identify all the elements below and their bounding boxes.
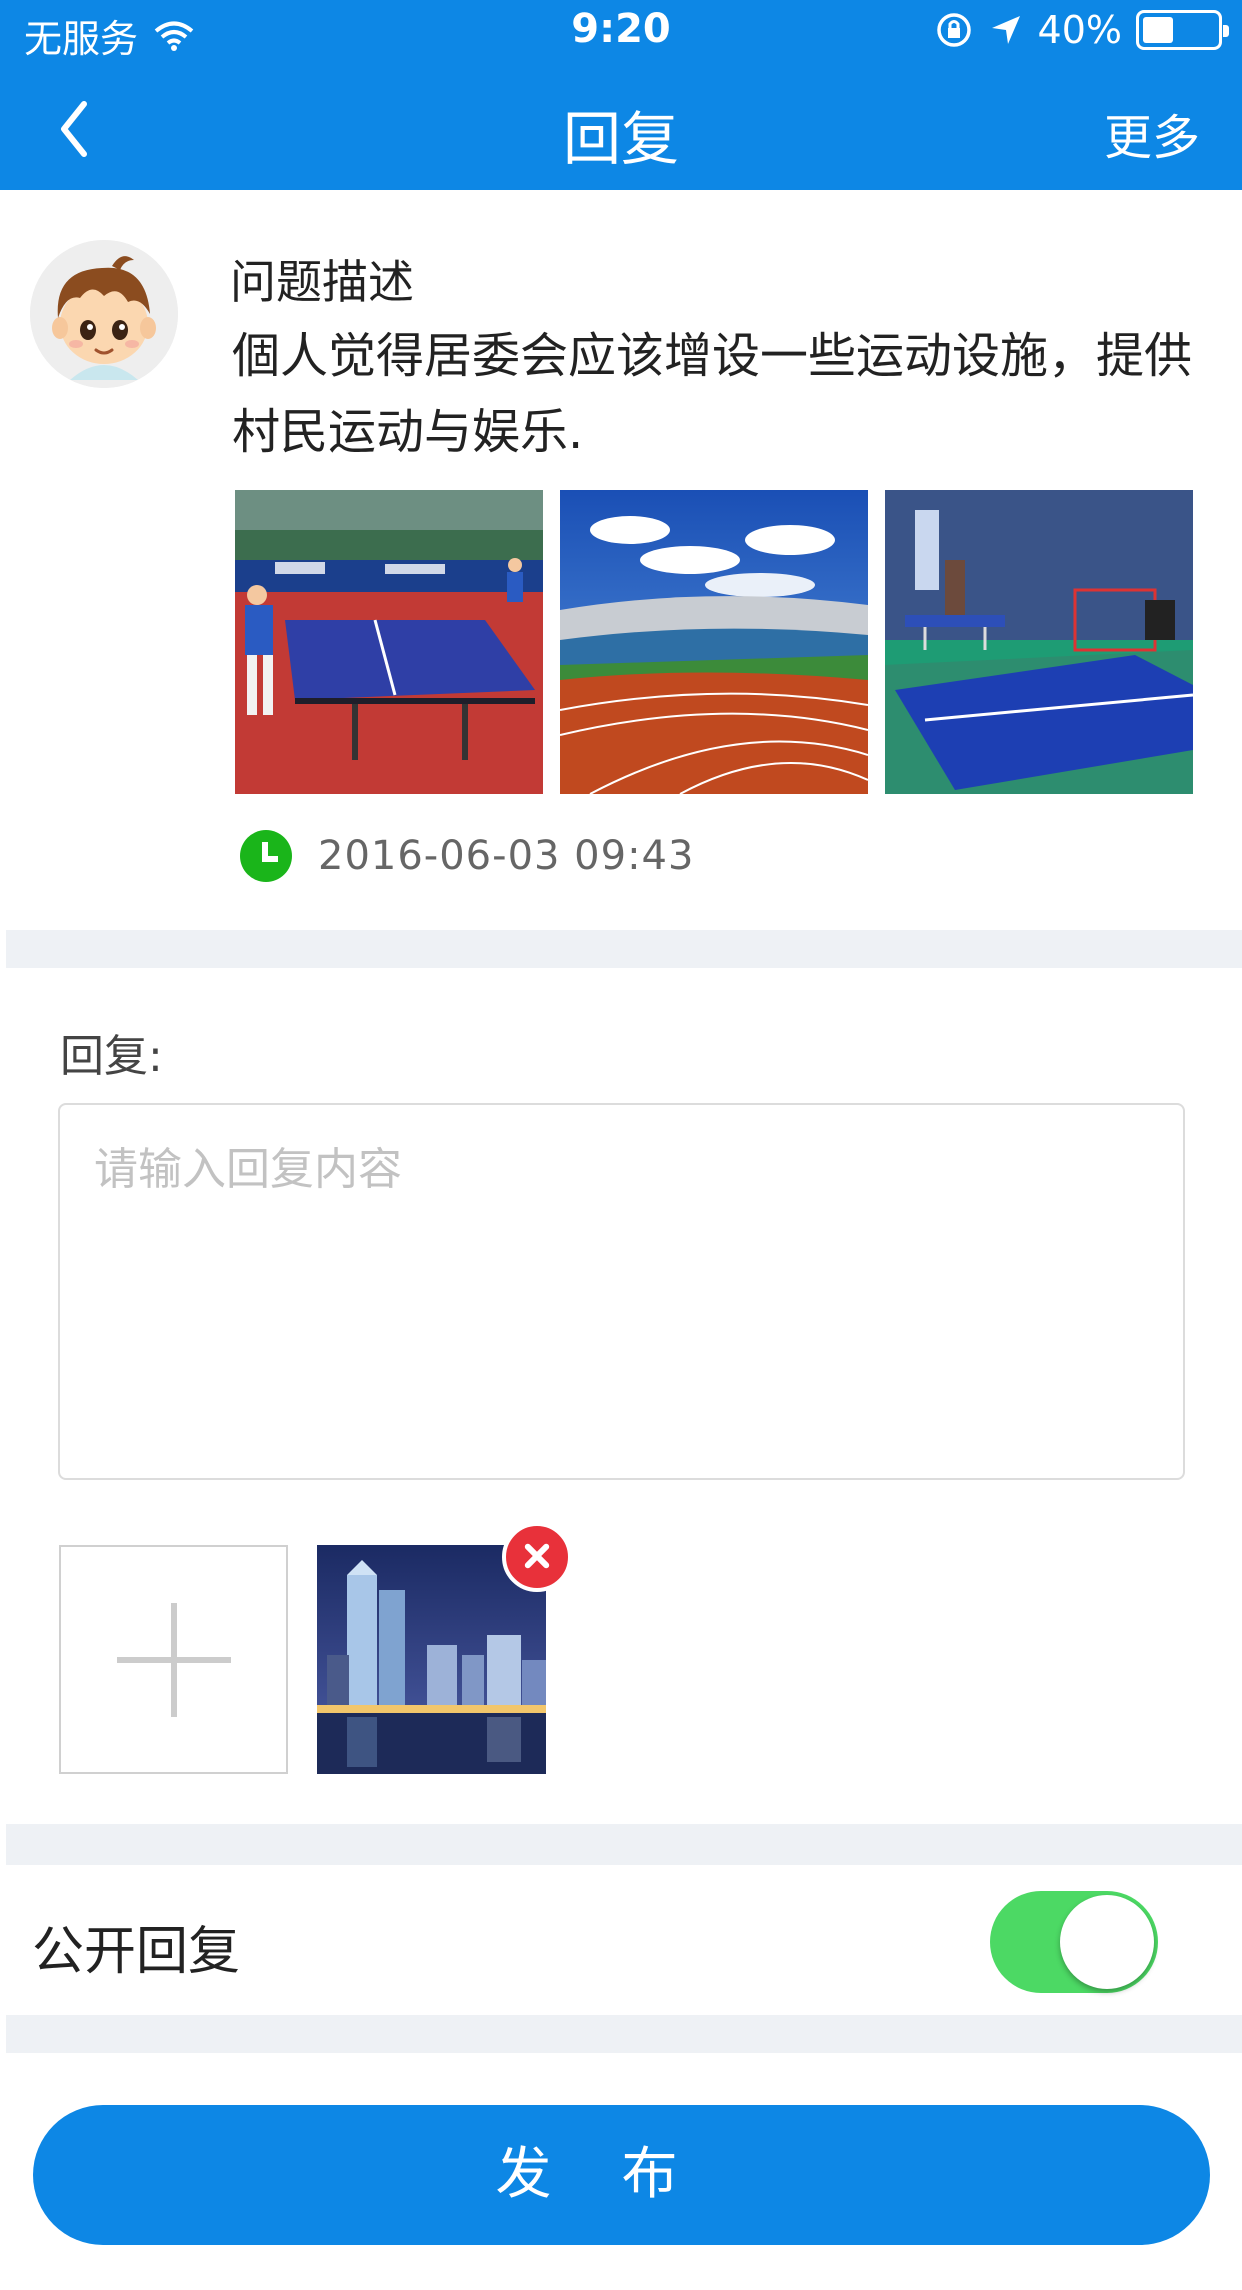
public-reply-toggle[interactable] bbox=[990, 1891, 1158, 1993]
question-heading: 问题描述 bbox=[230, 255, 414, 309]
section-divider bbox=[6, 930, 1242, 968]
reply-box bbox=[58, 1103, 1185, 1480]
section-divider bbox=[6, 2015, 1242, 2053]
rotation-lock-icon bbox=[936, 13, 971, 47]
question-text: 個人觉得居委会应该增设一些运动设施，提供村民运动与娱乐. bbox=[232, 328, 1193, 460]
battery-percent: 40% bbox=[1037, 8, 1122, 52]
add-photo-button[interactable] bbox=[59, 1545, 288, 1774]
indoor-table-tennis-photo[interactable] bbox=[885, 490, 1193, 794]
boy-avatar-icon bbox=[30, 240, 178, 388]
status-bar: 无服务 9:20 40% bbox=[0, 0, 1242, 61]
reply-label: 回复: bbox=[60, 1031, 163, 1082]
avatar bbox=[30, 240, 178, 388]
page-title: 回复 bbox=[562, 105, 679, 173]
public-reply-row: 公开回复 bbox=[0, 1865, 1242, 2015]
public-reply-label: 公开回复 bbox=[32, 1922, 241, 1982]
question-meta: 2016-06-03 09:43 bbox=[240, 830, 694, 882]
question-timestamp: 2016-06-03 09:43 bbox=[318, 833, 695, 879]
ping-pong-hall-photo[interactable] bbox=[235, 490, 543, 794]
navigation-bar: 回复 更多 bbox=[0, 70, 1242, 190]
location-arrow-icon bbox=[991, 16, 1020, 44]
remove-photo-button[interactable] bbox=[502, 1522, 572, 1592]
clock-icon bbox=[240, 830, 292, 882]
battery-icon bbox=[1136, 10, 1229, 50]
more-button[interactable]: 更多 bbox=[1104, 98, 1200, 168]
toggle-knob bbox=[1060, 1895, 1154, 1989]
header-bar: 无服务 9:20 40% 回复 更多 bbox=[0, 0, 1242, 190]
publish-button[interactable]: 发布 bbox=[33, 2105, 1210, 2245]
reply-input[interactable] bbox=[60, 1105, 1183, 1478]
section-divider bbox=[6, 1824, 1242, 1865]
stadium-track-photo[interactable] bbox=[560, 490, 868, 794]
question-photos bbox=[235, 490, 1193, 794]
